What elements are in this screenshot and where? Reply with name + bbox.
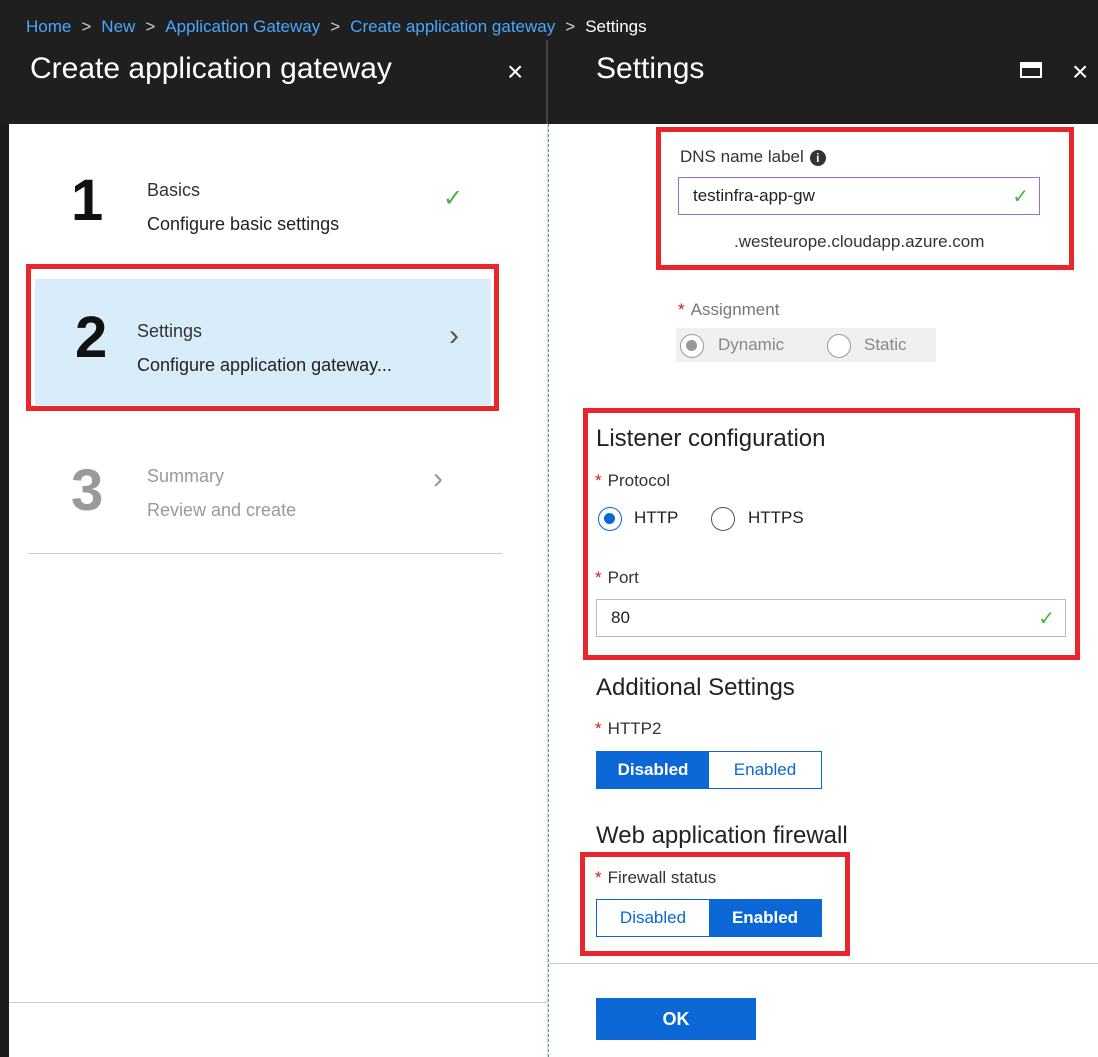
breadcrumb-new[interactable]: New [101, 17, 135, 36]
blade-divider [546, 40, 548, 124]
step-title: Summary [147, 466, 225, 486]
breadcrumb-separator: > [81, 17, 92, 36]
radio-dynamic-label: Dynamic [718, 335, 785, 354]
step-basics[interactable]: 1 Basics Configure basic settings ✓ [19, 146, 491, 262]
http2-enabled-option[interactable]: Enabled [709, 752, 821, 788]
highlight-box [26, 264, 499, 411]
radio-dynamic[interactable] [680, 334, 704, 358]
required-marker: * [595, 719, 602, 738]
maximize-icon[interactable] [1020, 62, 1042, 78]
step-summary[interactable]: 3 Summary Review and create › [19, 436, 491, 552]
chevron-right-icon: › [433, 462, 443, 495]
right-blade-title: Settings [596, 52, 705, 85]
required-marker: * [678, 300, 685, 319]
breadcrumb-current: Settings [585, 17, 647, 36]
divider [28, 553, 502, 554]
divider [9, 1002, 547, 1003]
radio-static-label: Static [864, 335, 907, 354]
breadcrumb-separator: > [145, 17, 156, 36]
step-number: 3 [71, 458, 104, 523]
breadcrumb-separator: > [330, 17, 341, 36]
highlight-box [580, 852, 850, 956]
http2-toggle: Disabled Enabled [596, 751, 822, 789]
step-title: Basics [147, 180, 201, 200]
step-subtitle: Review and create [147, 500, 297, 520]
assignment-label-text: Assignment [690, 300, 780, 319]
highlight-box [583, 408, 1080, 660]
breadcrumb: Home > New > Application Gateway > Create appl… [26, 17, 647, 37]
breadcrumb-home[interactable]: Home [26, 17, 71, 36]
radio-static[interactable] [827, 334, 851, 358]
highlight-box [656, 127, 1074, 270]
ok-button[interactable]: OK [596, 998, 756, 1040]
close-icon[interactable]: × [507, 58, 523, 86]
step-subtitle: Configure basic settings [147, 214, 340, 234]
http2-disabled-option[interactable]: Disabled [597, 752, 709, 788]
http2-label: * HTTP2 [595, 719, 661, 739]
http2-label-text: HTTP2 [607, 719, 662, 738]
breadcrumb-separator: > [565, 17, 576, 36]
additional-settings-heading: Additional Settings [596, 674, 795, 701]
breadcrumb-application-gateway[interactable]: Application Gateway [165, 17, 320, 36]
left-blade-title: Create application gateway [30, 52, 392, 85]
step-number: 1 [71, 168, 104, 233]
assignment-label: * Assignment [678, 300, 779, 320]
waf-heading: Web application firewall [596, 822, 848, 849]
divider [549, 963, 1098, 964]
breadcrumb-create-application-gateway[interactable]: Create application gateway [350, 17, 555, 36]
close-icon[interactable]: × [1072, 58, 1088, 86]
check-icon: ✓ [443, 185, 464, 212]
